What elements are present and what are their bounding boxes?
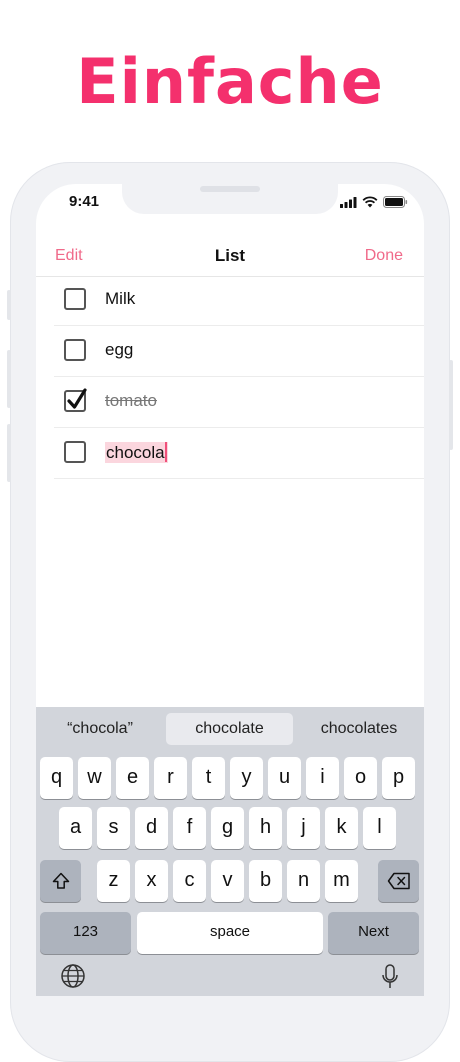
next-key[interactable]: Next	[328, 912, 419, 954]
key-d[interactable]: d	[135, 807, 168, 849]
status-time: 9:41	[69, 193, 100, 210]
backspace-key[interactable]	[378, 860, 419, 902]
list-item[interactable]: chocola	[54, 428, 424, 479]
notch	[122, 184, 338, 214]
nav-bar: Edit List Done	[36, 236, 424, 277]
todo-list: Milk egg tomato chocola	[54, 275, 424, 479]
phone-mute-switch	[7, 290, 11, 320]
list-item[interactable]: tomato	[54, 377, 424, 428]
key-c[interactable]: c	[173, 860, 206, 902]
key-z[interactable]: z	[97, 860, 130, 902]
key-o[interactable]: o	[344, 757, 377, 799]
key-s[interactable]: s	[97, 807, 130, 849]
backspace-icon	[387, 872, 410, 890]
key-w[interactable]: w	[78, 757, 111, 799]
battery-icon	[383, 196, 408, 208]
key-x[interactable]: x	[135, 860, 168, 902]
key-r[interactable]: r	[154, 757, 187, 799]
key-i[interactable]: i	[306, 757, 339, 799]
phone-screen: 9:41 Edit List Done Milk egg tomato choc…	[36, 184, 424, 996]
checkbox[interactable]	[64, 288, 86, 310]
checkbox[interactable]	[64, 339, 86, 361]
checkbox[interactable]	[64, 441, 86, 463]
key-f[interactable]: f	[173, 807, 206, 849]
phone-volume-up	[7, 350, 11, 408]
checkbox-checked[interactable]	[64, 388, 87, 412]
item-text-input[interactable]: chocola	[105, 442, 168, 463]
globe-icon[interactable]	[60, 963, 86, 989]
key-u[interactable]: u	[268, 757, 301, 799]
key-k[interactable]: k	[325, 807, 358, 849]
text-caret	[164, 442, 167, 462]
space-key[interactable]: space	[137, 912, 323, 954]
key-y[interactable]: y	[230, 757, 263, 799]
key-j[interactable]: j	[287, 807, 320, 849]
speaker-grille	[200, 186, 260, 192]
key-l[interactable]: l	[363, 807, 396, 849]
suggestion-bar: “chocola” chocolate chocolates	[36, 707, 424, 751]
key-e[interactable]: e	[116, 757, 149, 799]
key-p[interactable]: p	[382, 757, 415, 799]
done-button[interactable]: Done	[365, 247, 403, 265]
key-h[interactable]: h	[249, 807, 282, 849]
list-item[interactable]: egg	[54, 326, 424, 377]
key-a[interactable]: a	[59, 807, 92, 849]
key-m[interactable]: m	[325, 860, 358, 902]
suggestion-primary[interactable]: chocolate	[166, 713, 293, 745]
key-b[interactable]: b	[249, 860, 282, 902]
phone-power-button	[449, 360, 453, 450]
key-n[interactable]: n	[287, 860, 320, 902]
headline: Einfache	[76, 45, 384, 118]
key-g[interactable]: g	[211, 807, 244, 849]
item-text-input-value: chocola	[106, 443, 165, 462]
key-t[interactable]: t	[192, 757, 225, 799]
microphone-icon[interactable]	[381, 963, 399, 991]
shift-icon	[52, 872, 69, 889]
item-text-completed[interactable]: tomato	[105, 391, 157, 411]
key-q[interactable]: q	[40, 757, 73, 799]
key-v[interactable]: v	[211, 860, 244, 902]
suggestion-literal[interactable]: “chocola”	[42, 713, 158, 745]
keyboard: “chocola” chocolate chocolates q w e r t…	[36, 707, 424, 996]
item-text[interactable]: egg	[105, 340, 133, 360]
phone-volume-down	[7, 424, 11, 482]
suggestion-alternate[interactable]: chocolates	[300, 713, 418, 745]
signal-icon	[340, 196, 357, 208]
list-item[interactable]: Milk	[54, 275, 424, 326]
wifi-icon	[362, 196, 378, 208]
numbers-key[interactable]: 123	[40, 912, 131, 954]
shift-key[interactable]	[40, 860, 81, 902]
checkmark-icon	[67, 388, 87, 409]
status-icons	[340, 196, 408, 208]
item-text[interactable]: Milk	[105, 289, 135, 309]
